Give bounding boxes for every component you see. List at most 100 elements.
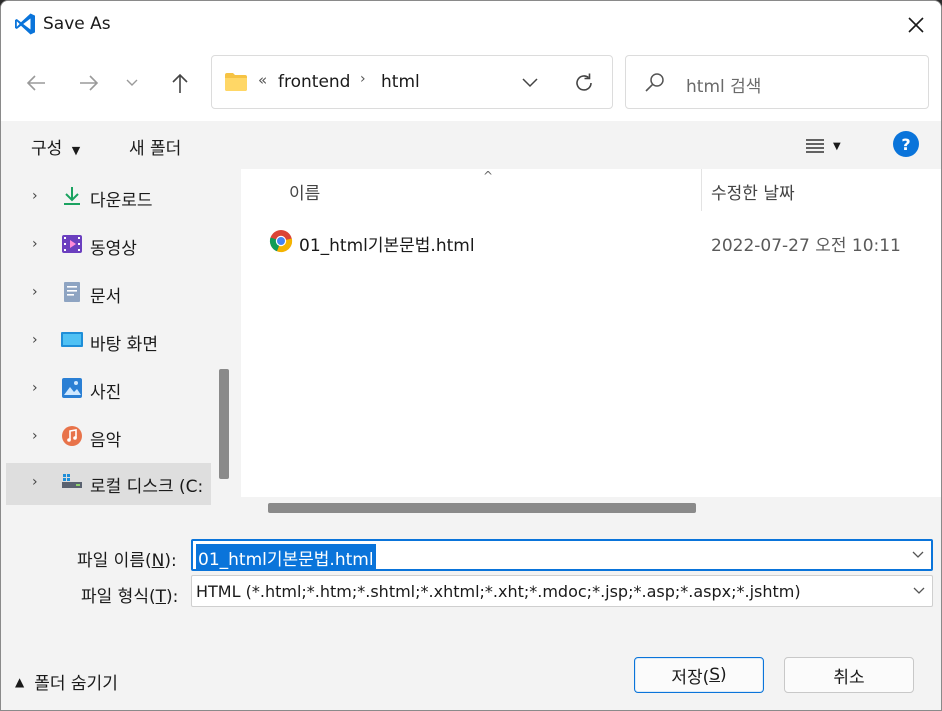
chevron-down-icon[interactable] — [911, 547, 925, 561]
sidebar-item-local-disk[interactable]: › 로컬 디스크 (C: — [6, 463, 211, 505]
expand-chevron-icon[interactable]: › — [32, 428, 38, 444]
refresh-icon — [576, 73, 592, 91]
refresh-button[interactable] — [568, 68, 600, 98]
view-options-button[interactable]: ▼ — [805, 133, 855, 159]
navigation-pane: › 다운로드 › 동영상 › 문서 › 바탕 화면 › 사진 › 음악 › 로컬… — [1, 169, 237, 519]
caret-up-icon: ▲ — [15, 674, 25, 689]
window-title: Save As — [43, 14, 111, 34]
list-view-icon — [806, 139, 824, 153]
video-icon — [62, 235, 82, 253]
vscode-icon — [15, 13, 35, 35]
document-icon — [64, 282, 80, 302]
search-input[interactable]: html 검색 — [686, 72, 761, 97]
chevron-down-icon — [522, 78, 538, 88]
column-divider[interactable] — [701, 169, 702, 211]
filename-field[interactable]: 01_html기본문법.html — [191, 539, 933, 571]
close-icon — [908, 17, 924, 33]
save-label-suffix: ) — [720, 665, 727, 685]
filename-label-accesskey: N — [151, 551, 165, 571]
breadcrumb-frontend[interactable]: frontend — [278, 72, 350, 92]
sidebar-item-documents[interactable]: › 문서 — [6, 273, 211, 313]
scrollbar-thumb[interactable] — [268, 503, 696, 513]
column-header-name[interactable]: 이름 — [289, 179, 320, 204]
sidebar-item-label: 바탕 화면 — [90, 335, 158, 355]
new-folder-button[interactable]: 새 폴더 — [129, 134, 181, 159]
sidebar-item-label: 동영상 — [90, 239, 137, 259]
chevron-down-icon[interactable] — [912, 583, 926, 597]
cancel-label: 취소 — [833, 667, 865, 688]
breadcrumb-separator[interactable]: › — [360, 71, 366, 87]
up-arrow-icon — [172, 73, 188, 93]
address-dropdown-button[interactable] — [516, 70, 544, 96]
expand-chevron-icon[interactable]: › — [32, 332, 38, 348]
filename-label-suffix: ): — [164, 551, 177, 571]
sidebar-item-desktop[interactable]: › 바탕 화면 — [6, 321, 211, 361]
sidebar-item-label: 문서 — [90, 287, 122, 307]
file-list: ^ 이름 수정한 날짜 01_html기본문법.html 2022-07-27 … — [241, 169, 941, 519]
sort-ascending-icon: ^ — [483, 169, 494, 183]
chevron-down-icon — [126, 79, 138, 86]
save-accesskey: S — [709, 665, 721, 685]
cancel-button[interactable]: 취소 — [784, 657, 914, 693]
file-name: 01_html기본문법.html — [299, 236, 475, 256]
sidebar-item-videos[interactable]: › 동영상 — [6, 225, 211, 265]
expand-chevron-icon[interactable]: › — [32, 284, 38, 300]
music-icon — [62, 426, 82, 446]
filename-input[interactable]: 01_html기본문법.html — [196, 544, 376, 571]
save-button[interactable]: 저장(S) — [634, 657, 764, 693]
file-date: 2022-07-27 오전 10:11 — [711, 236, 901, 256]
filename-label-text: 파일 이름( — [77, 551, 152, 571]
recent-locations-button[interactable] — [117, 65, 147, 101]
caret-down-icon: ▼ — [833, 140, 841, 152]
caret-down-icon: ▼ — [71, 144, 81, 157]
filetype-select[interactable]: HTML (*.html;*.htm;*.shtml;*.xhtml;*.xht… — [191, 575, 933, 607]
filetype-label-text: 파일 형식( — [81, 587, 156, 607]
command-bar: 구성 ▼ 새 폴더 ▼ ? — [1, 121, 941, 169]
hide-folders-label: 폴더 숨기기 — [34, 674, 118, 694]
sidebar-item-downloads[interactable]: › 다운로드 — [6, 177, 211, 217]
pictures-icon — [62, 378, 82, 398]
sidebar-item-music[interactable]: › 음악 — [6, 417, 211, 457]
filetype-value: HTML (*.html;*.htm;*.shtml;*.xhtml;*.xht… — [196, 582, 801, 601]
drive-icon — [62, 474, 82, 488]
title-bar: Save As — [1, 1, 941, 49]
organize-label: 구성 — [31, 139, 63, 159]
expand-chevron-icon[interactable]: › — [32, 380, 38, 396]
back-arrow-icon — [26, 75, 45, 91]
address-row: « frontend › html html 검색 — [1, 49, 941, 121]
chrome-icon — [269, 230, 293, 253]
new-folder-label: 새 폴더 — [129, 139, 182, 159]
download-icon — [64, 187, 80, 205]
filetype-label-suffix: ): — [166, 587, 179, 607]
forward-arrow-icon — [80, 75, 99, 91]
save-as-dialog: Save As « frontend › html html 검색 구성 ▼ 새… — [0, 0, 942, 711]
expand-chevron-icon[interactable]: › — [32, 188, 38, 204]
breadcrumb-html[interactable]: html — [381, 72, 420, 92]
column-header-date[interactable]: 수정한 날짜 — [711, 179, 795, 204]
organize-button[interactable]: 구성 ▼ — [31, 134, 80, 159]
address-bar[interactable]: « frontend › html — [211, 55, 613, 109]
hide-folders-button[interactable]: ▲ 폴더 숨기기 — [15, 669, 118, 694]
search-box[interactable]: html 검색 — [625, 55, 929, 109]
desktop-icon — [61, 332, 83, 347]
filename-label: 파일 이름(N): — [77, 546, 177, 571]
breadcrumb-overflow[interactable]: « — [258, 71, 267, 89]
sidebar-scrollbar[interactable] — [219, 369, 229, 479]
filetype-label: 파일 형식(T): — [81, 582, 178, 607]
expand-chevron-icon[interactable]: › — [32, 236, 38, 252]
horizontal-scrollbar[interactable] — [241, 497, 941, 519]
file-row[interactable]: 01_html기본문법.html 2022-07-27 오전 10:11 — [261, 223, 941, 261]
back-button[interactable] — [18, 65, 54, 101]
expand-chevron-icon[interactable]: › — [32, 474, 38, 490]
filetype-label-accesskey: T — [155, 587, 166, 607]
search-icon — [645, 73, 664, 92]
sidebar-item-label: 사진 — [90, 383, 122, 403]
close-button[interactable] — [893, 5, 939, 45]
sidebar-item-pictures[interactable]: › 사진 — [6, 369, 211, 409]
forward-button[interactable] — [71, 65, 107, 101]
folder-icon — [225, 73, 247, 91]
up-button[interactable] — [162, 65, 198, 101]
help-button[interactable]: ? — [893, 131, 919, 157]
save-label: 저장( — [671, 667, 710, 688]
sidebar-item-label: 다운로드 — [90, 191, 153, 211]
